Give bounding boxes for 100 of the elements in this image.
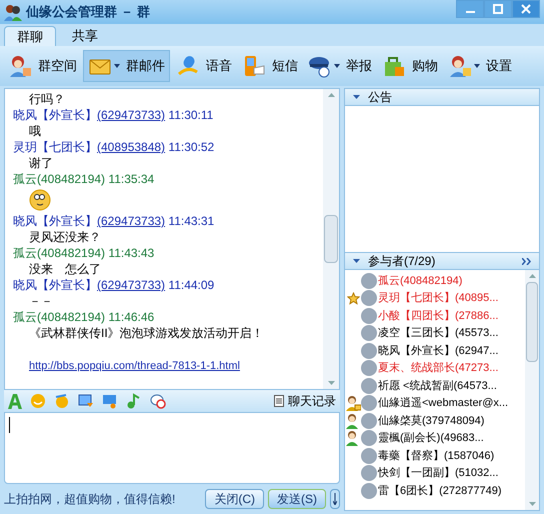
member-name: 仙緣逍遥<webmaster@x...: [378, 396, 508, 411]
message-header: 孤云(408482194) 11:46:46: [13, 309, 156, 325]
member-row[interactable]: 夏末、统战部长(47273...: [345, 360, 525, 377]
tab[interactable]: 群聊: [4, 26, 56, 46]
toolbar-button[interactable]: 设置: [444, 50, 516, 82]
avatar: [361, 290, 377, 306]
font-icon[interactable]: [8, 394, 22, 408]
tab[interactable]: 共享: [60, 26, 110, 46]
members-title: 参与者(7/29): [368, 253, 436, 270]
message-header: 孤云(408482194) 11:35:34: [13, 171, 156, 187]
expand-icon[interactable]: [522, 258, 531, 264]
message-text: 谢了: [28, 155, 54, 171]
link[interactable]: http://bbs.popqiu.com/thread-7813-1-1.html: [29, 360, 240, 372]
toolbar-button[interactable]: 语音: [172, 50, 236, 82]
member-name: 灵玥【七团长】(40895...: [378, 290, 498, 306]
person-wrench-icon: [448, 54, 472, 78]
member-row[interactable]: 小酸【四团长】(27886...: [345, 307, 525, 324]
scroll-down-icon: [328, 381, 334, 385]
picture-icon[interactable]: [78, 393, 94, 409]
collapse-icon: [353, 259, 360, 263]
avatar: [361, 308, 377, 324]
message-text: 没来 怎么了: [28, 261, 102, 277]
member-row[interactable]: 毒藥【督察】(1587046): [345, 447, 525, 464]
chat-history-button[interactable]: 聊天记录: [274, 392, 336, 410]
close-icon: [521, 4, 531, 14]
shopping-bag-icon: [382, 54, 406, 78]
maximize-icon: [493, 4, 503, 14]
toolbar-button[interactable]: 短信: [238, 50, 302, 82]
message-header: 晓风【外宣长】(629473733) 11:43:31: [13, 213, 216, 229]
notice-title: 公告: [368, 89, 392, 106]
member-name: 靈楓(副会长)(49683...: [378, 431, 484, 446]
smiley-icon[interactable]: [30, 393, 46, 409]
close-button[interactable]: 关闭(C): [205, 489, 264, 509]
blocked-bubble-icon[interactable]: [150, 393, 166, 409]
avatar: [361, 465, 377, 482]
toolbar-button[interactable]: 群空间: [4, 50, 81, 82]
member-name: 雷【6团长】(272877749): [378, 484, 502, 498]
avatar: [361, 395, 377, 412]
send-button[interactable]: 发送(S): [268, 489, 326, 509]
member-name: 晓风【外宣长】(62947...: [378, 344, 498, 358]
minimize-icon: [466, 11, 474, 13]
member-row[interactable]: 靈楓(副会长)(49683...: [345, 430, 525, 447]
member-row[interactable]: 灵玥【七团长】(40895...: [345, 290, 525, 307]
document-icon: [274, 395, 284, 407]
toolbar-button[interactable]: 群邮件: [83, 50, 170, 82]
music-note-icon[interactable]: [126, 393, 142, 409]
avatar: [361, 378, 377, 394]
member-name: 快剑【一团副】(51032...: [378, 466, 498, 481]
avatar: [361, 430, 377, 446]
phone-icon: [242, 54, 266, 78]
member-row[interactable]: 祈愿 <统战暂副(64573...: [345, 377, 525, 394]
collapse-icon: [353, 95, 360, 99]
smiley-icon: [29, 189, 51, 211]
scroll-down-icon: [528, 502, 536, 506]
send-options-button[interactable]: [330, 489, 340, 509]
avatar: [361, 412, 377, 429]
toolbar-button[interactable]: 购物: [378, 50, 442, 82]
member-name: 毒藥【督察】(1587046): [378, 448, 494, 464]
member-row[interactable]: 孤云(408482194): [345, 272, 525, 290]
message-text: 灵风还没来？: [28, 229, 102, 245]
maximize-button[interactable]: [484, 0, 512, 18]
member-name: 孤云(408482194): [378, 274, 462, 288]
close-window-button[interactable]: [512, 0, 540, 18]
message-text: 行吗？: [28, 91, 66, 107]
member-name: 祈愿 <统战暂副(64573...: [378, 378, 497, 394]
member-name: 小酸【四团长】(27886...: [378, 308, 498, 324]
member-row[interactable]: 仙緣棨莫(379748094): [345, 412, 525, 430]
message-input[interactable]: [4, 412, 340, 484]
avatar: [361, 360, 377, 376]
avatar: [361, 448, 377, 464]
toolbar-button[interactable]: 举报: [304, 50, 376, 82]
member-name: 夏末、统战部长(47273...: [378, 360, 498, 376]
police-cap-icon: [308, 54, 332, 78]
avatar: [361, 272, 377, 289]
avatar: [361, 342, 377, 359]
scroll-up-icon: [528, 274, 536, 278]
message-header: 晓风【外宣长】(629473733) 11:44:09: [13, 277, 216, 293]
avatar: [361, 325, 377, 342]
screen-icon[interactable]: [102, 393, 118, 409]
message-text: 哦: [28, 123, 42, 139]
member-row[interactable]: 晓风【外宣长】(62947...: [345, 342, 525, 360]
member-name: 凌空【三团长】(45573...: [378, 326, 498, 341]
message-header: 晓风【外宣长】(629473733) 11:30:11: [13, 107, 214, 123]
avatar: [361, 482, 377, 499]
scroll-up-icon: [328, 93, 334, 97]
ad-text: 上拍拍网，超值购物，值得信赖!: [4, 491, 176, 508]
member-row[interactable]: 凌空【三团长】(45573...: [345, 324, 525, 342]
member-row[interactable]: 仙緣逍遥<webmaster@x...: [345, 394, 525, 412]
window-title: 仙缘公会管理群 － 群: [26, 3, 150, 22]
member-name: 仙緣棨莫(379748094): [378, 414, 484, 428]
message-header: 孤云(408482194) 11:43:43: [13, 245, 156, 261]
member-row[interactable]: 雷【6团长】(272877749): [345, 482, 525, 500]
message-header: 灵玥【七团长】(408953848) 11:30:52: [13, 139, 216, 155]
scroll-thumb: [324, 215, 338, 263]
group-people-icon: [4, 3, 22, 21]
member-row[interactable]: 快剑【一团副】(51032...: [345, 464, 525, 482]
minimize-button[interactable]: [456, 0, 484, 18]
message-text: －－: [28, 293, 54, 309]
face-icon[interactable]: [54, 393, 70, 409]
down-arrow-icon: [333, 493, 337, 505]
